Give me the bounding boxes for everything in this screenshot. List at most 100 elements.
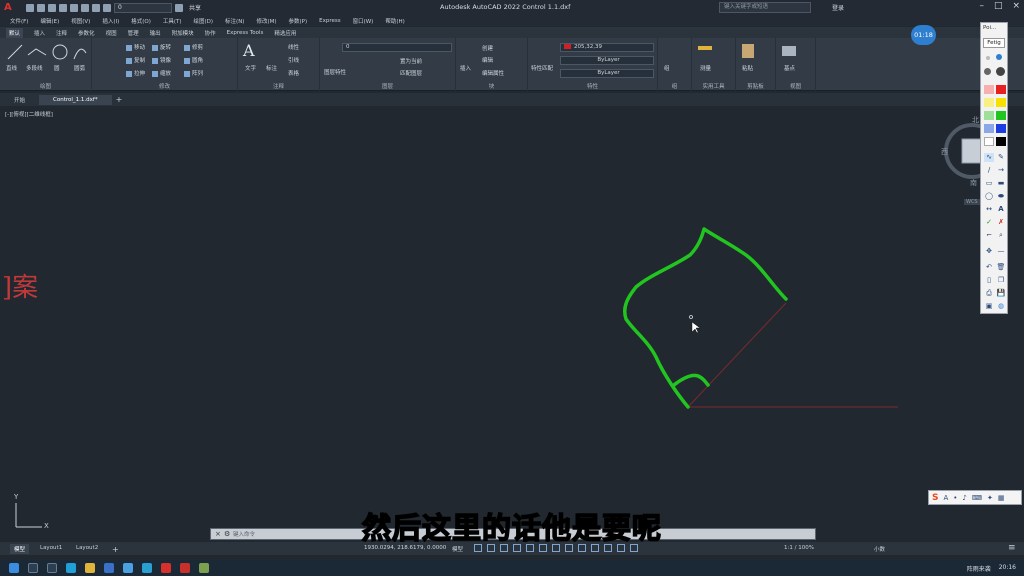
minimize-icon[interactable]: – [979, 1, 984, 11]
clipboard-panel-label[interactable]: 剪贴板 [736, 82, 775, 90]
close-icon[interactable]: × [1012, 1, 1020, 11]
layers-panel-label[interactable]: 图层 [320, 82, 455, 90]
ime-skin-icon[interactable]: ✦ [987, 494, 993, 502]
menu-insert[interactable]: 插入(I) [102, 17, 119, 25]
open-icon[interactable] [37, 3, 45, 12]
color-red[interactable] [996, 85, 1006, 94]
base-tool[interactable]: 基点 [784, 64, 795, 72]
autocad-taskbar-icon[interactable] [161, 563, 171, 573]
text-tool[interactable]: 文字 [245, 64, 256, 72]
file-explorer-icon[interactable] [85, 563, 95, 573]
isolate-icon[interactable] [630, 544, 638, 552]
edit-block-tool[interactable]: 编辑 [482, 56, 493, 64]
weather-text[interactable]: 阵雨来袭 [967, 564, 991, 573]
polyline-tool[interactable]: 多段线 [26, 64, 43, 72]
scale-tool[interactable]: 缩放 [152, 69, 171, 77]
dimension-tool[interactable]: 标注 [266, 64, 277, 72]
tab-model[interactable]: 模型 [10, 544, 30, 554]
wcs-menu[interactable]: WCS [964, 199, 980, 205]
app-icon[interactable] [142, 563, 152, 573]
store-icon[interactable] [104, 563, 114, 573]
move-tool-icon[interactable]: ✥ [984, 247, 994, 256]
drawing-canvas[interactable]: [-][俯视][二维线框] ]案 北 西 南 WCS Y X [0, 107, 1024, 540]
divider-line-icon[interactable]: — [996, 247, 1006, 256]
tab-layout2[interactable]: Layout2 [72, 544, 102, 552]
layer-quick-combo[interactable]: 0 [114, 2, 172, 13]
lineweight-combo[interactable]: ByLayer [560, 69, 654, 78]
menu-help[interactable]: 帮助(H) [385, 17, 404, 25]
snap-toggle-icon[interactable] [487, 544, 495, 552]
filled-ellipse-icon[interactable]: ⬬ [996, 192, 1006, 201]
highlighter-icon[interactable]: ✎ [996, 153, 1006, 162]
paste-tool[interactable]: 粘贴 [742, 64, 753, 72]
tab-layout1[interactable]: Layout1 [36, 544, 66, 552]
sogou-logo-icon[interactable]: S [932, 493, 938, 503]
circle-tool[interactable]: 圆 [54, 64, 60, 72]
selection-cycling-icon[interactable] [578, 544, 586, 552]
copy-page-icon[interactable]: ❐ [996, 276, 1006, 285]
menu-edit[interactable]: 编辑(E) [40, 17, 59, 25]
ime-tools-icon[interactable]: ▦ [998, 494, 1005, 502]
move-tool[interactable]: 移动 [126, 43, 145, 51]
menu-draw[interactable]: 绘图(D) [194, 17, 214, 25]
share-button[interactable]: 共享 [189, 3, 201, 12]
add-layout-icon[interactable]: + [108, 544, 123, 555]
trim-tool[interactable]: 修剪 [184, 43, 203, 51]
create-block-tool[interactable]: 创建 [482, 44, 493, 52]
menu-dimension[interactable]: 标注(N) [225, 17, 244, 25]
color-yellow[interactable] [996, 98, 1006, 107]
units-display[interactable]: 小数 [874, 545, 885, 553]
double-arrow-icon[interactable]: ↔ [984, 205, 994, 214]
view-panel-label[interactable]: 视图 [776, 82, 815, 90]
tab-home[interactable]: 默认 [6, 27, 24, 38]
tab-start[interactable]: 开始 [0, 94, 39, 106]
layer-combo[interactable]: 0 [342, 43, 452, 52]
lineweight-toggle-icon[interactable] [552, 544, 560, 552]
color-white[interactable] [984, 137, 994, 146]
utilities-panel-label[interactable]: 实用工具 [692, 82, 735, 90]
menu-express[interactable]: Express [319, 18, 340, 24]
arc-tool[interactable]: 圆弧 [74, 64, 85, 72]
search-input[interactable]: 键入关键字或短语 [719, 2, 811, 13]
match-properties-tool[interactable]: 特性匹配 [531, 64, 553, 72]
annotation-monitor-icon[interactable] [591, 544, 599, 552]
model-space-button[interactable]: 模型 [452, 545, 463, 553]
edge-browser-icon[interactable] [66, 563, 76, 573]
new-tab-icon[interactable]: + [116, 95, 123, 104]
new-icon[interactable] [26, 3, 34, 12]
tab-manage[interactable]: 管理 [128, 29, 139, 37]
tab-parametric[interactable]: 参数化 [78, 29, 95, 37]
osnap-toggle-icon[interactable] [526, 544, 534, 552]
menu-file[interactable]: 文件(F) [10, 17, 28, 25]
tab-annotate[interactable]: 注释 [56, 29, 67, 37]
screen-icon[interactable]: ▣ [984, 302, 994, 311]
tab-express-tools[interactable]: Express Tools [227, 30, 264, 36]
autocad-logo-icon[interactable]: A [4, 2, 16, 14]
viewcube-west[interactable]: 西 [941, 147, 948, 157]
set-current-tool[interactable]: 置为当前 [400, 57, 422, 65]
layer-bulb-icon[interactable] [103, 3, 111, 12]
paste-icon[interactable] [742, 44, 754, 58]
menu-tools[interactable]: 工具(T) [163, 17, 182, 25]
tab-addins[interactable]: 附加模块 [172, 29, 194, 37]
leader-tool[interactable]: 引线 [288, 56, 299, 64]
pen-size-small[interactable] [986, 56, 990, 60]
checkmark-icon[interactable]: ✓ [984, 218, 994, 227]
pen-size-medium[interactable] [996, 54, 1002, 60]
color-light-blue[interactable] [984, 124, 994, 133]
quick-properties-icon[interactable] [617, 544, 625, 552]
recorder-taskbar-icon[interactable] [199, 563, 209, 573]
search-icon[interactable] [28, 563, 38, 573]
menu-parametric[interactable]: 参数(P) [289, 17, 308, 25]
new-page-icon[interactable]: ▯ [984, 276, 994, 285]
palette-button[interactable]: Fetig [983, 38, 1005, 48]
line-tool[interactable]: 直线 [6, 64, 17, 72]
color-pink[interactable] [984, 85, 994, 94]
linear-tool[interactable]: 线性 [288, 43, 299, 51]
ime-mic-icon[interactable]: ♪ [962, 494, 966, 502]
stretch-tool[interactable]: 拉伸 [126, 69, 145, 77]
coordinates-readout[interactable]: 1930.0294, 218.6179, 0.0000 [364, 545, 446, 551]
insert-block-tool[interactable]: 插入 [460, 64, 471, 72]
viewcube-north[interactable]: 北 [972, 115, 979, 125]
layer-properties-tool[interactable]: 图层特性 [324, 68, 346, 76]
